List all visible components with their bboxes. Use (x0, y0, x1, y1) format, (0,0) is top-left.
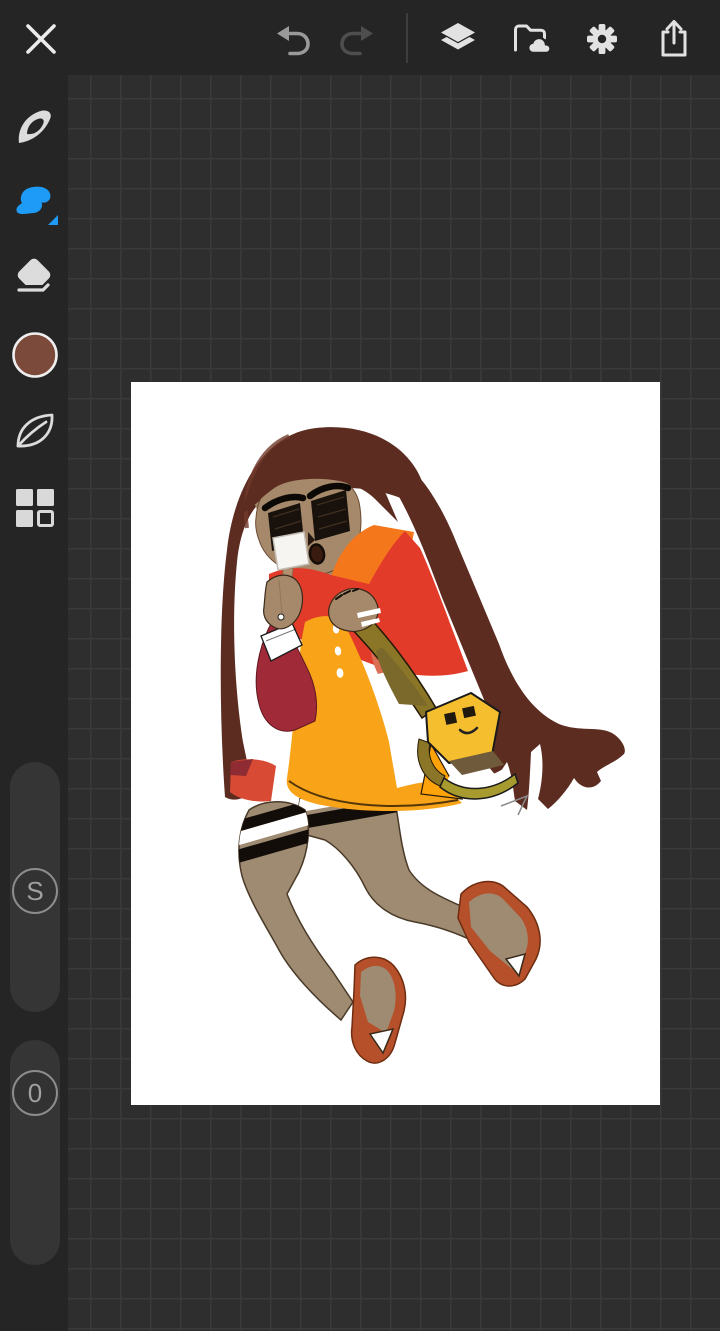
submenu-corner-badge (48, 215, 58, 225)
redo-button[interactable] (335, 17, 379, 61)
settings-button[interactable] (580, 17, 624, 61)
tool-brush[interactable] (10, 103, 60, 153)
close-button[interactable] (19, 17, 63, 61)
topbar-divider (406, 13, 408, 63)
tool-paint-blob-active[interactable] (10, 178, 60, 228)
share-icon (661, 20, 687, 57)
undo-icon (277, 26, 310, 56)
brush-size-knob-label: S (26, 876, 44, 906)
tool-color-swatch[interactable] (10, 330, 60, 380)
opacity-knob[interactable]: 0 (12, 1070, 58, 1116)
skirt-back-panel (230, 759, 276, 802)
grid-2x2-icon (16, 489, 54, 527)
eraser-icon (10, 258, 60, 293)
opacity-knob-label: 0 (27, 1078, 43, 1108)
brush-size-knob[interactable]: S (12, 868, 58, 914)
gallery-button[interactable] (508, 17, 552, 61)
leaf-icon (16, 413, 54, 448)
topbar (0, 0, 720, 75)
redo-icon (340, 26, 373, 56)
undo-button[interactable] (271, 17, 315, 61)
tool-shapes-grid[interactable] (10, 483, 60, 533)
gear-icon (587, 24, 617, 54)
color-swatch-circle (12, 332, 58, 378)
paint-blob-icon (16, 186, 58, 225)
folder-cloud-icon (514, 24, 552, 55)
tool-leaf[interactable] (10, 405, 60, 455)
drawing-canvas[interactable] (131, 382, 660, 1105)
brush-size-slider[interactable]: S (10, 762, 60, 1012)
layers-icon (441, 23, 475, 50)
opacity-slider[interactable]: 0 (10, 1040, 60, 1265)
brush-nib-icon (18, 110, 51, 143)
artwork-illustration (220, 427, 625, 1064)
tool-eraser[interactable] (10, 255, 60, 305)
paint-blob-shape (16, 186, 51, 215)
share-button[interactable] (652, 17, 696, 61)
left-sandal (350, 956, 407, 1064)
right-sandal (457, 880, 541, 987)
close-icon (26, 24, 56, 54)
layers-button[interactable] (436, 17, 480, 61)
left-toolbar: S 0 (0, 75, 68, 1331)
